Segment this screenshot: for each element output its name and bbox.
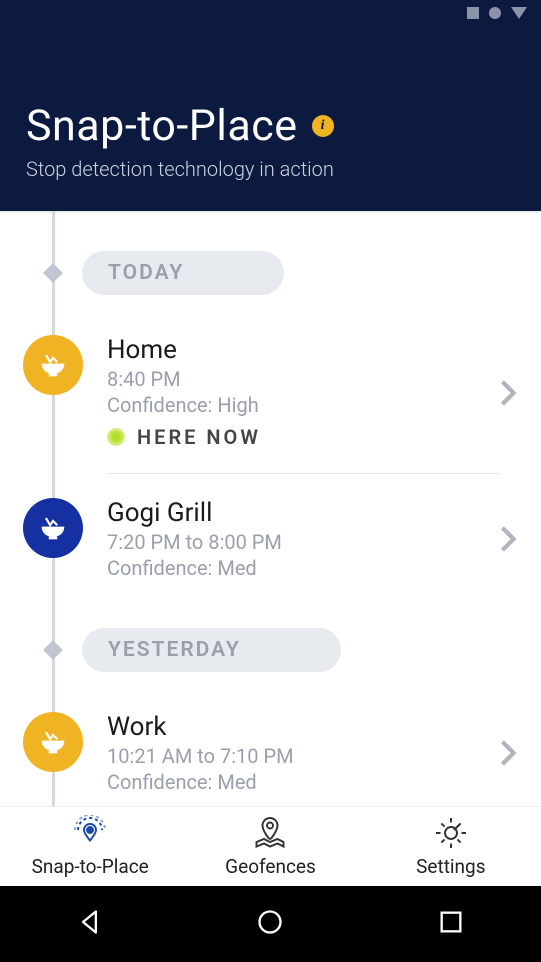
- entry-confidence: Confidence: Med: [107, 556, 499, 580]
- entry-time: 7:20 PM to 8:00 PM: [107, 530, 499, 554]
- entry-title: Gogi Grill: [107, 498, 499, 528]
- target-pin-icon: [72, 815, 108, 851]
- entry-confidence: Confidence: Med: [107, 770, 499, 794]
- nav-snap-to-place[interactable]: Snap-to-Place: [0, 807, 180, 886]
- entry-title: Home: [107, 335, 499, 365]
- rx-mortar-icon: [23, 335, 83, 395]
- app-header: Snap-to-Place i Stop detection technolog…: [0, 26, 541, 211]
- bottom-nav: Snap-to-Place Geofences Settings: [0, 806, 541, 886]
- timeline-entry[interactable]: Work 10:21 AM to 7:10 PM Confidence: Med: [0, 712, 541, 818]
- here-now-indicator: HERE NOW: [107, 425, 499, 449]
- nav-settings[interactable]: Settings: [361, 807, 541, 886]
- nav-geofences[interactable]: Geofences: [180, 807, 360, 886]
- header-title: Snap-to-Place: [26, 101, 298, 151]
- map-pin-icon: [252, 815, 288, 851]
- nav-label: Settings: [416, 855, 485, 878]
- nav-label: Geofences: [225, 855, 316, 878]
- timeline: TODAY Home 8:40 PM Confidence: High HERE…: [0, 211, 541, 818]
- rx-mortar-icon: [23, 498, 83, 558]
- status-square-icon: [467, 7, 479, 19]
- day-marker-yesterday: YESTERDAY: [0, 628, 541, 672]
- day-label: YESTERDAY: [82, 628, 341, 672]
- home-button[interactable]: [256, 908, 284, 940]
- status-circle-icon: [489, 7, 501, 19]
- status-bar: [0, 0, 541, 26]
- diamond-icon: [43, 263, 63, 283]
- entry-title: Work: [107, 712, 499, 742]
- gear-wrench-icon: [433, 815, 469, 851]
- chevron-right-icon: [499, 379, 517, 411]
- day-marker-today: TODAY: [0, 251, 541, 295]
- system-nav-bar: [0, 886, 541, 962]
- entry-time: 10:21 AM to 7:10 PM: [107, 744, 499, 768]
- nav-label: Snap-to-Place: [32, 855, 149, 878]
- info-icon[interactable]: i: [312, 115, 334, 137]
- entry-time: 8:40 PM: [107, 367, 499, 391]
- rx-mortar-icon: [23, 712, 83, 772]
- diamond-icon: [43, 640, 63, 660]
- chevron-right-icon: [499, 525, 517, 557]
- day-label: TODAY: [82, 251, 284, 295]
- timeline-entry[interactable]: Home 8:40 PM Confidence: High HERE NOW: [0, 335, 541, 474]
- timeline-entry[interactable]: Gogi Grill 7:20 PM to 8:00 PM Confidence…: [0, 498, 541, 604]
- back-button[interactable]: [76, 908, 104, 940]
- status-triangle-icon: [511, 7, 527, 19]
- entry-confidence: Confidence: High: [107, 393, 499, 417]
- here-now-label: HERE NOW: [137, 425, 261, 449]
- header-subtitle: Stop detection technology in action: [26, 157, 515, 181]
- chevron-right-icon: [499, 739, 517, 771]
- here-dot-icon: [107, 428, 125, 446]
- recent-apps-button[interactable]: [437, 908, 465, 940]
